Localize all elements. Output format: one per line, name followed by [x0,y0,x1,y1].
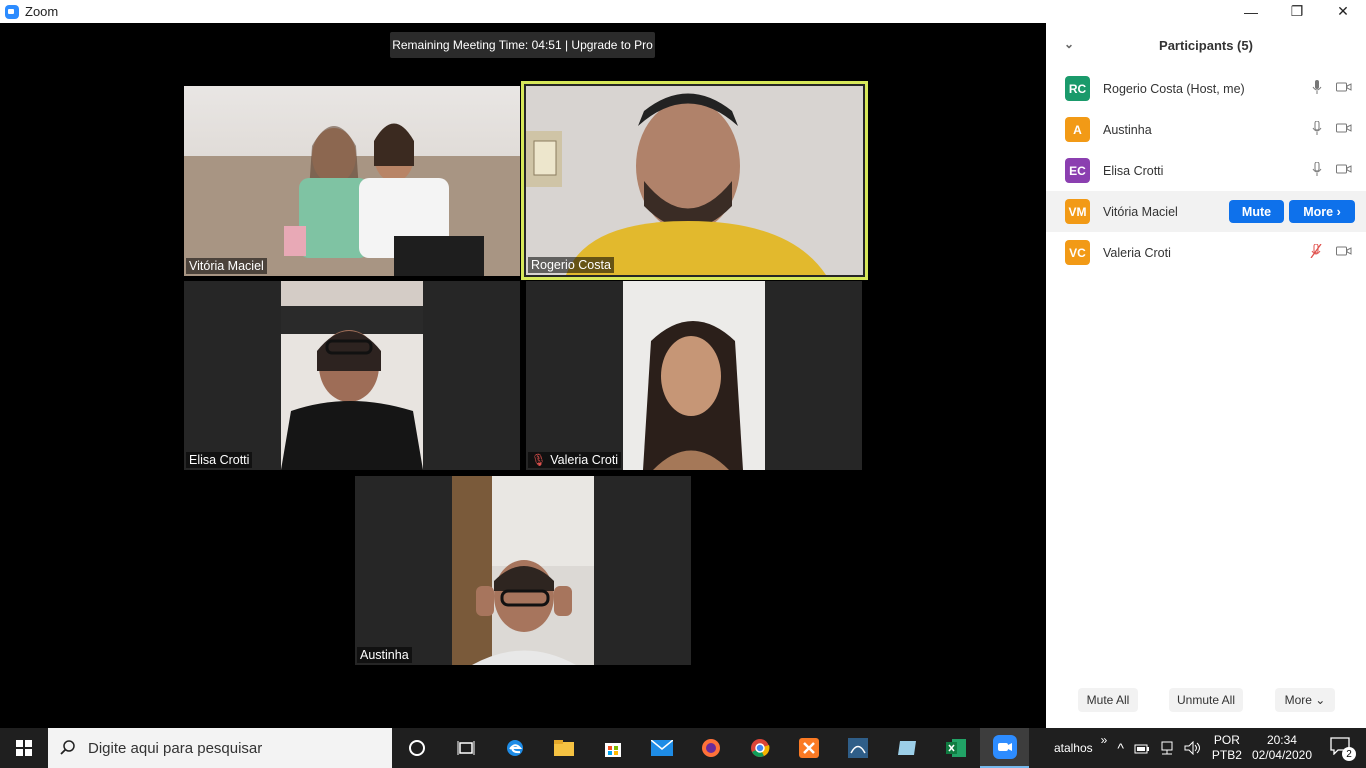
task-view-icon[interactable] [441,728,490,768]
mic-icon [1312,80,1322,94]
video-feed [184,86,520,276]
zoom-app-icon [5,4,19,19]
tile-name-label: Austinha [357,647,412,663]
participant-row[interactable]: RC Rogerio Costa (Host, me) [1046,68,1366,109]
video-camera-icon [1336,164,1352,174]
tile-name-label: Vitória Maciel [186,258,267,274]
more-options-button[interactable]: More ⌄ [1275,688,1335,712]
meeting-timer-banner[interactable]: Remaining Meeting Time: 04:51 | Upgrade … [390,32,655,58]
excel-icon[interactable] [931,728,980,768]
toolbar-expand-icon[interactable]: » [1101,733,1108,747]
tile-name-label: Elisa Crotti [186,452,253,468]
chrome-icon[interactable] [735,728,784,768]
video-tile-rogerio[interactable]: Rogerio Costa [521,81,868,280]
video-person-illustration [281,281,423,470]
mic-muted-icon [1310,244,1322,258]
participants-header: ⌄ Participants (5) [1046,23,1366,68]
search-placeholder: Digite aqui para pesquisar [88,739,263,757]
meeting-area: Remaining Meeting Time: 04:51 | Upgrade … [0,23,1046,728]
file-explorer-icon[interactable] [539,728,588,768]
avatar: VM [1065,199,1090,224]
video-camera-icon [1336,123,1352,133]
network-icon[interactable] [1158,741,1176,755]
participant-row[interactable]: VC Valeria Croti [1046,232,1366,273]
video-feed [526,86,863,275]
notes-app-icon[interactable] [882,728,931,768]
participants-footer: Mute All Unmute All More ⌄ [1046,688,1366,714]
participant-row[interactable]: A Austinha [1046,109,1366,150]
video-tile-elisa[interactable]: Elisa Crotti [184,281,520,470]
mysql-workbench-icon[interactable] [833,728,882,768]
video-feed [452,476,594,665]
participant-name: Elisa Crotti [1103,163,1164,178]
xampp-icon[interactable] [784,728,833,768]
input-language[interactable]: POR PTB2 [1212,733,1242,763]
video-people-illustration [184,123,520,276]
zoom-taskbar-icon[interactable] [980,728,1029,768]
clock-date: 02/04/2020 [1251,748,1312,762]
show-hidden-icons-chevron-icon[interactable]: ^ [1117,740,1124,756]
participants-panel: ⌄ Participants (5) RC Rogerio Costa (Hos… [1046,23,1366,728]
mic-icon [1312,121,1322,135]
maximize-button[interactable]: ❐ [1274,0,1320,23]
participant-name: Rogerio Costa (Host, me) [1103,81,1245,96]
unmute-all-button[interactable]: Unmute All [1169,688,1243,712]
video-person-illustration [452,476,594,665]
video-camera-icon [1336,246,1352,256]
video-tile-austinha[interactable]: Austinha [355,476,691,665]
microsoft-store-icon[interactable] [588,728,637,768]
notification-badge: 2 [1342,747,1356,761]
video-tile-vitoria[interactable]: Vitória Maciel [184,86,520,276]
close-button[interactable]: ✕ [1320,0,1366,23]
start-button[interactable] [0,728,48,768]
video-tile-valeria[interactable]: 🎙 Valeria Croti [526,281,862,470]
window-title: Zoom [25,4,59,19]
language-code: POR [1213,733,1240,747]
atalhos-toolbar[interactable]: atalhos [1054,741,1093,755]
participant-name: Valeria Croti [1103,245,1171,260]
video-feed [623,281,765,470]
avatar: A [1065,117,1090,142]
mic-icon [1312,162,1322,176]
edge-browser-icon[interactable] [490,728,539,768]
clock[interactable]: 20:34 02/04/2020 [1252,733,1312,763]
participant-row[interactable]: VM Vitória Maciel Mute More › [1046,191,1366,232]
avatar: EC [1065,158,1090,183]
chevron-down-icon[interactable]: ⌄ [1064,37,1074,51]
video-feed [281,281,423,470]
mute-participant-button[interactable]: Mute [1229,200,1284,223]
more-participant-button[interactable]: More › [1289,200,1355,223]
participant-name: Austinha [1103,122,1152,137]
mail-icon[interactable] [637,728,686,768]
windows-logo-icon [16,740,32,756]
search-icon [60,740,75,755]
keyboard-layout: PTB2 [1211,748,1242,762]
minimize-button[interactable]: — [1228,0,1274,23]
participant-row[interactable]: EC Elisa Crotti [1046,150,1366,191]
cortana-icon[interactable] [392,728,441,768]
volume-icon[interactable] [1184,741,1202,755]
taskbar-search-box[interactable]: Digite aqui para pesquisar [48,728,392,768]
avatar: VC [1065,240,1090,265]
tile-name-label: Rogerio Costa [528,257,614,273]
system-tray: atalhos » ^ POR PTB2 20:34 02/04/2020 2 [1054,728,1366,768]
clock-time: 20:34 [1266,733,1297,747]
muted-mic-icon: 🎙 [531,453,547,467]
video-person-illustration [643,321,743,470]
mute-all-button[interactable]: Mute All [1078,688,1138,712]
power-icon[interactable] [1134,741,1150,755]
windows-taskbar: Digite aqui para pesquisar atalhos » ^ P… [0,728,1366,768]
action-center-button[interactable]: 2 [1330,737,1356,761]
firefox-icon[interactable] [686,728,735,768]
participant-name: Vitória Maciel [1103,204,1178,219]
avatar: RC [1065,76,1090,101]
video-camera-icon [1336,82,1352,92]
tile-name-label: 🎙 Valeria Croti [528,452,622,468]
title-bar: Zoom — ❐ ✕ [0,0,1366,23]
video-person-illustration [526,93,826,275]
participants-title: Participants (5) [1159,38,1253,53]
